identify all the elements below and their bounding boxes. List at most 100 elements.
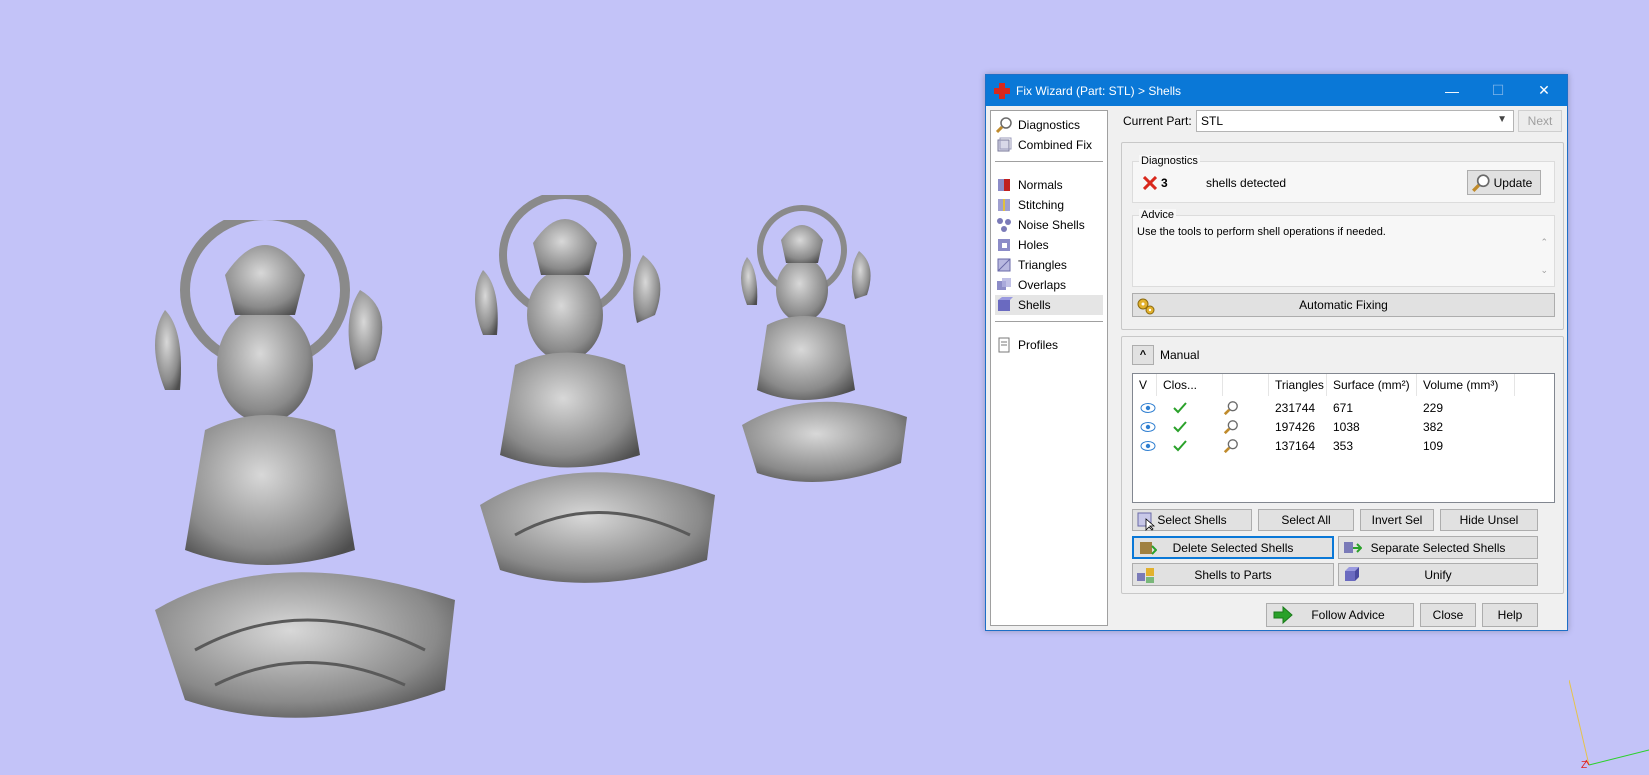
model-left [155,220,455,718]
stitching-icon [998,199,1010,211]
minimize-button[interactable]: — [1429,75,1475,106]
error-x-icon [1143,176,1157,190]
nav-separator [995,321,1103,322]
delete-shells-icon [1140,542,1157,555]
nav-item-noise-shells[interactable]: Noise Shells [995,215,1103,235]
noise-shells-icon [997,218,1011,232]
triangles-cell: 137164 [1275,438,1316,453]
nav-item-combined-fix[interactable]: Combined Fix [995,135,1103,155]
table-row[interactable]: 137164 353 109 [1133,436,1554,455]
nav-item-normals[interactable]: Normals [995,175,1103,195]
nav-item-triangles[interactable]: Triangles [995,255,1103,275]
shells-to-parts-label: Shells to Parts [1194,567,1272,582]
advice-title: Advice [1139,209,1177,221]
profiles-icon [998,337,1010,353]
app-cross-icon [994,82,1010,99]
eye-icon[interactable] [1140,398,1156,417]
column-header-surface[interactable]: Surface (mm²) [1327,374,1417,396]
overlaps-icon [997,278,1011,290]
eye-icon[interactable] [1140,436,1156,455]
current-part-select[interactable]: STL ▼ [1196,110,1514,132]
check-icon [1173,398,1187,417]
unify-button[interactable]: Unify [1338,563,1538,586]
shells-to-parts-icon [1137,568,1154,583]
nav-item-overlaps[interactable]: Overlaps [995,275,1103,295]
select-shells-label: Select Shells [1157,513,1227,527]
eye-icon[interactable] [1140,417,1156,436]
nav-label: Stitching [1018,198,1065,212]
automatic-fixing-button[interactable]: Automatic Fixing [1132,293,1555,317]
fix-wizard-dialog: Fix Wizard (Part: STL) > Shells — ☐ ✕ Di… [985,74,1568,631]
current-part-value: STL [1201,114,1224,128]
select-shells-button[interactable]: Select Shells [1132,509,1252,531]
column-header-visible[interactable]: V [1133,374,1157,396]
close-window-button[interactable]: ✕ [1521,75,1567,106]
diagnostics-group: Diagnostics 3 shells detected Update [1132,155,1555,203]
volume-cell: 382 [1423,419,1444,434]
magnifier-icon[interactable] [1223,398,1239,417]
advice-text: Use the tools to perform shell operation… [1137,226,1386,238]
nav-item-holes[interactable]: Holes [995,235,1103,255]
nav-item-diagnostics[interactable]: Diagnostics [995,115,1103,135]
delete-selected-shells-label: Delete Selected Shells [1172,540,1294,555]
nav-separator [995,161,1103,162]
column-header-triangles[interactable]: Triangles [1269,374,1327,396]
magnifier-icon[interactable] [1223,417,1239,436]
volume-cell: 109 [1423,438,1444,453]
magnifier-icon[interactable] [1223,436,1239,455]
svg-text:Z: Z [1581,760,1587,771]
unify-icon [1345,567,1359,581]
cursor-box-icon [1137,512,1156,531]
manual-label: Manual [1160,348,1200,362]
update-label: Update [1493,175,1533,190]
invert-sel-button[interactable]: Invert Sel [1360,509,1434,531]
arrow-right-icon [1273,605,1293,625]
surface-cell: 353 [1333,438,1354,453]
maximize-button[interactable]: ☐ [1475,75,1521,106]
window-title: Fix Wizard (Part: STL) > Shells [1016,83,1182,98]
model-right [741,205,907,482]
chevron-up-icon: ^ [1139,349,1147,361]
magnifier-icon [1472,174,1490,192]
update-button[interactable]: Update [1467,170,1541,195]
diagnostics-panel: Diagnostics 3 shells detected Update Adv… [1121,142,1564,330]
help-button[interactable]: Help [1482,603,1538,627]
separate-selected-shells-label: Separate Selected Shells [1370,540,1506,555]
shell-count: 3 [1161,176,1168,190]
close-button[interactable]: Close [1420,603,1476,627]
current-part-label: Current Part: [1123,114,1192,128]
nav-item-profiles[interactable]: Profiles [995,335,1103,355]
manual-panel: ^ Manual V Clos... Triangles Surface (mm… [1121,336,1564,594]
shells-icon [998,297,1013,311]
nav-label: Overlaps [1018,278,1067,292]
separate-shells-icon [1344,542,1362,553]
nav-item-shells[interactable]: Shells [995,295,1103,315]
table-row[interactable]: 197426 1038 382 [1133,417,1554,436]
table-row[interactable]: 231744 671 229 [1133,398,1554,417]
delete-selected-shells-button[interactable]: Delete Selected Shells [1132,536,1334,559]
collapse-manual-button[interactable]: ^ [1132,345,1154,365]
triangles-icon [997,258,1011,272]
hide-unsel-button[interactable]: Hide Unsel [1440,509,1538,531]
gears-icon [1137,298,1155,315]
separate-selected-shells-button[interactable]: Separate Selected Shells [1338,536,1538,559]
follow-advice-button[interactable]: Follow Advice [1266,603,1414,627]
shells-detected-text: shells detected [1206,176,1287,190]
shells-to-parts-button[interactable]: Shells to Parts [1132,563,1334,586]
column-header-volume[interactable]: Volume (mm³) [1417,374,1515,396]
title-bar[interactable]: Fix Wizard (Part: STL) > Shells — ☐ ✕ [986,75,1567,106]
check-icon [1173,436,1187,455]
nav-item-stitching[interactable]: Stitching [995,195,1103,215]
volume-cell: 229 [1423,400,1444,415]
column-header-tool[interactable] [1223,374,1269,396]
magnifier-icon [995,117,1012,134]
column-header-closed[interactable]: Clos... [1157,374,1223,396]
surface-cell: 671 [1333,400,1354,415]
nav-label: Noise Shells [1018,218,1085,232]
advice-scrollbar[interactable]: ⌃ ⌄ [1540,228,1548,284]
wizard-nav-list: Diagnostics Combined Fix Normals Stitchi… [990,110,1108,626]
next-button[interactable]: Next [1518,110,1562,132]
nav-label: Holes [1018,238,1049,252]
select-all-button[interactable]: Select All [1258,509,1354,531]
shells-table[interactable]: V Clos... Triangles Surface (mm²) Volume… [1132,373,1555,503]
